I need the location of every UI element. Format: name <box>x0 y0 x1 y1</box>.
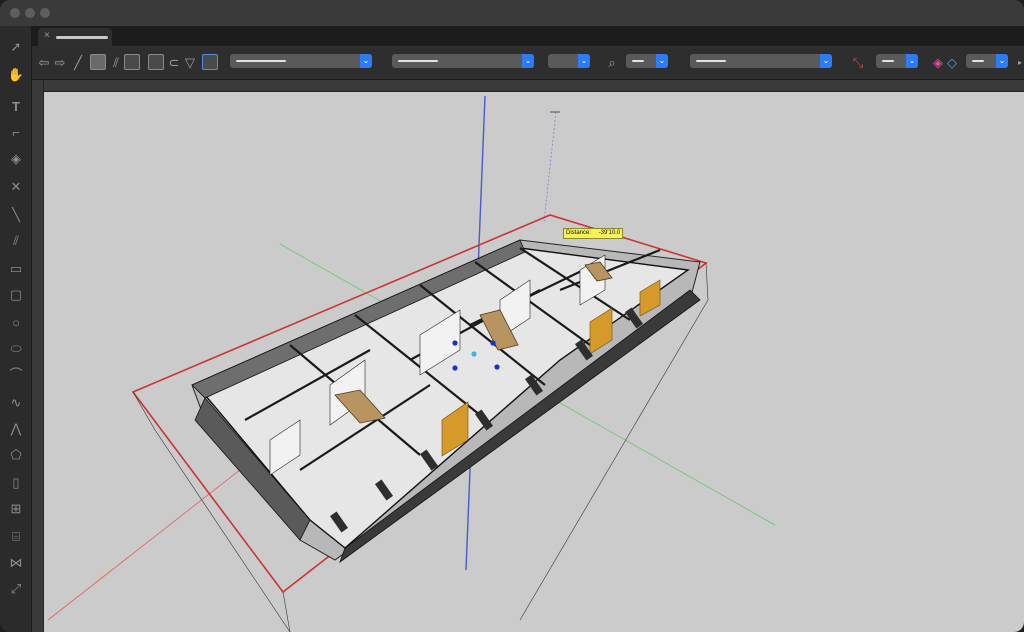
document-tab[interactable]: × <box>38 28 112 46</box>
text-tool-icon[interactable]: T <box>7 98 25 116</box>
arc-icon[interactable]: ⌒ <box>7 366 25 384</box>
app-window: × ➚ ✋ T ⌐ ◈ ✕ ╲ ⫽ ▭ ▢ ○ ⬭ ⌒ ∿ ⋀ ⬠ ▯ ⊞ ⌸ … <box>0 0 1024 632</box>
arrow-right-icon[interactable]: ⇨ <box>52 55 68 71</box>
pan-hand-icon[interactable]: ✋ <box>7 66 25 84</box>
tooltip-label: Distance: <box>566 230 592 236</box>
class-dropdown[interactable]: ⌄ <box>230 54 372 68</box>
rect-fill-icon[interactable] <box>148 54 164 70</box>
drawing-canvas[interactable]: Distance: -39'10.0 <box>44 92 1024 632</box>
vertical-ruler <box>32 80 44 632</box>
mountain-icon[interactable] <box>124 54 140 70</box>
lasso-icon[interactable]: ⊂ <box>166 55 182 71</box>
chevron-down-icon: ⌄ <box>578 54 590 68</box>
chevron-down-icon: ⌄ <box>906 54 918 68</box>
double-line-icon[interactable]: ⫽ <box>108 55 124 71</box>
grid-select-icon[interactable] <box>202 54 218 70</box>
axis-icon[interactable]: ⤡ <box>850 55 866 71</box>
tab-title-placeholder <box>56 36 108 39</box>
tool-palette: ➚ ✋ T ⌐ ◈ ✕ ╲ ⫽ ▭ ▢ ○ ⬭ ⌒ ∿ ⋀ ⬠ ▯ ⊞ ⌸ ⋈ … <box>0 26 32 632</box>
pen-icon[interactable]: ╱ <box>70 55 86 71</box>
layer-dropdown[interactable]: ⌄ <box>392 54 534 68</box>
zoom-dropdown[interactable]: ⌄ <box>626 54 668 68</box>
stack-icon[interactable]: ◇ <box>944 55 960 71</box>
circle-icon[interactable]: ○ <box>7 314 25 332</box>
render-mode-dropdown[interactable]: ⌄ <box>690 54 832 68</box>
measure-line <box>543 111 557 223</box>
minimize-window-button[interactable] <box>25 8 35 18</box>
door-icon[interactable]: ▯ <box>7 474 25 492</box>
close-tab-icon[interactable]: × <box>44 30 50 41</box>
polyline-icon[interactable]: ⋀ <box>7 420 25 438</box>
arrow-left-icon[interactable]: ⇦ <box>36 55 52 71</box>
view-dropdown[interactable]: ⌄ <box>548 54 590 68</box>
window-icon[interactable]: ⊞ <box>7 500 25 518</box>
wall-tool-icon[interactable]: ⋈ <box>7 554 25 572</box>
chevron-down-icon: ⌄ <box>996 54 1008 68</box>
double-line-icon[interactable]: ⫽ <box>7 232 25 250</box>
model-viewport <box>47 95 776 632</box>
line-icon[interactable]: ╲ <box>7 206 25 224</box>
chevron-down-icon: ⌄ <box>360 54 372 68</box>
dimension-icon[interactable]: ⤢ <box>7 580 25 598</box>
rectangle-icon[interactable]: ▭ <box>7 260 25 278</box>
x-icon[interactable]: ✕ <box>7 178 25 196</box>
chevron-right-icon[interactable]: ▸ <box>1012 55 1024 71</box>
polygon-icon[interactable]: ⬠ <box>7 446 25 464</box>
horizontal-ruler <box>32 80 1024 92</box>
title-bar <box>0 0 1024 26</box>
freehand-icon[interactable]: ∿ <box>7 394 25 412</box>
selection-arrow-icon[interactable]: ➚ <box>7 38 25 56</box>
stair-icon[interactable]: ⌸ <box>7 528 25 546</box>
rounded-rectangle-icon[interactable]: ▢ <box>7 286 25 304</box>
close-window-button[interactable] <box>10 8 20 18</box>
zoom-window-button[interactable] <box>40 8 50 18</box>
tooltip-value: -39'10.0 <box>598 230 621 236</box>
render-style-dropdown[interactable]: ⌄ <box>966 54 1008 68</box>
callout-icon[interactable]: ⌐ <box>7 124 25 142</box>
polygon-select-icon[interactable]: ▽ <box>182 55 198 71</box>
oval-icon[interactable]: ⬭ <box>7 340 25 358</box>
search-icon[interactable]: ⌕ <box>604 55 620 71</box>
chevron-down-icon: ⌄ <box>656 54 668 68</box>
chevron-down-icon: ⌄ <box>820 54 832 68</box>
line-tool-icon[interactable] <box>90 54 106 70</box>
chevron-down-icon: ⌄ <box>522 54 534 68</box>
distance-tooltip: Distance: -39'10.0 <box>563 228 624 239</box>
tab-bar: × <box>0 26 1024 46</box>
fill-bucket-icon[interactable]: ◈ <box>7 150 25 168</box>
mode-toolbar: ⇦ ⇨ ╱ ⫽ ⊂ ▽ ⌄ ⌄ ⌄ ⌕ ⌄ ⌄ ⤡ ⌄ ◈ ◇ ⌄ ▸ <box>32 46 1024 80</box>
projection-dropdown[interactable]: ⌄ <box>876 54 918 68</box>
